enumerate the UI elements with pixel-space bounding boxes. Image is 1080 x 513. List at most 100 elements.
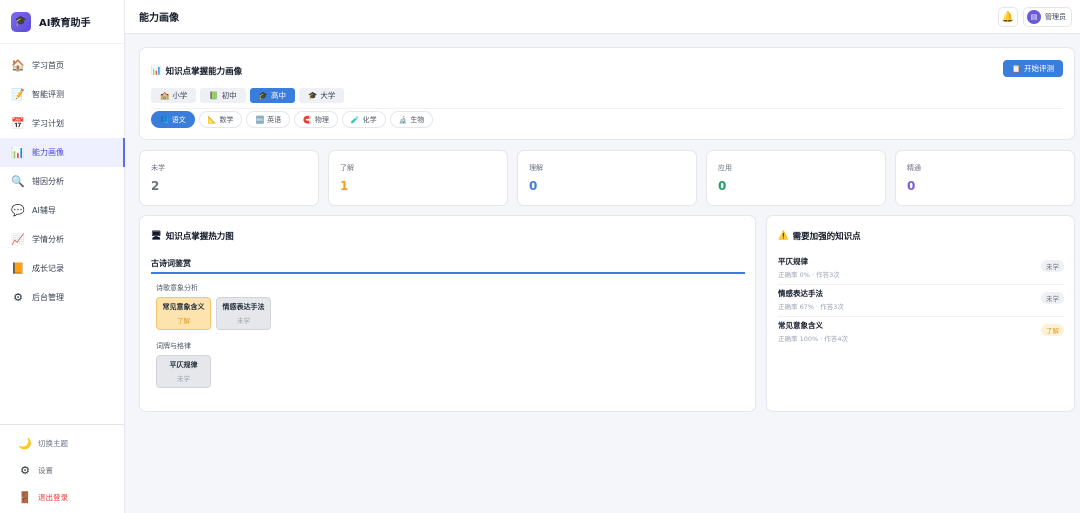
- settings-button[interactable]: ⚙ 设置: [0, 457, 124, 484]
- knowledge-point-cell[interactable]: 情感表达手法 未学: [216, 297, 271, 330]
- weak-point-name: 情感表达手法: [778, 289, 823, 298]
- subject-tabs: 📘 语文 📐 数学 🔤 英语 🧲 物理 🧪 化学 🔬 生物: [151, 111, 434, 128]
- level-label: 小学: [172, 91, 188, 100]
- subject-tab-4[interactable]: 🧪 化学: [341, 111, 386, 128]
- notification-button[interactable]: 🔔: [998, 7, 1018, 27]
- level-icon: 🎓: [308, 91, 318, 100]
- sidebar-item-label: 学习首页: [32, 61, 64, 70]
- knowledge-point-name: 情感表达手法: [222, 303, 265, 311]
- filter-card-title: 📊 知识点掌握能力画像: [151, 65, 242, 77]
- weak-point-item[interactable]: 平仄规律 正确率 0% · 作答3次 未学: [778, 253, 1064, 285]
- sidebar-item-2[interactable]: 📅 学习计划: [0, 109, 124, 138]
- knowledge-point-cell[interactable]: 平仄规律 未学: [156, 355, 211, 388]
- subject-label: 英语: [267, 115, 282, 124]
- sidebar-item-6[interactable]: 📈 学情分析: [0, 225, 124, 254]
- settings-label: 设置: [38, 466, 53, 475]
- moon-icon: 🌙: [18, 437, 32, 450]
- sidebar: 🎓 AI教育助手 🏠 学习首页 📝 智能评测 📅 学习计划 📊 能力画像 🔍 错因分析 💬 AI辅导 📈…: [0, 0, 125, 513]
- knowledge-point-level: 未学: [177, 375, 190, 383]
- ability-profile-filter-card: 📊 知识点掌握能力画像 📋 开始评测 🏫 小学 📗 初中 🎓 高中 🎓 大学 📘 语文 📐 数学 🔤 英…: [139, 47, 1075, 140]
- speech-bubble-icon: 💬: [11, 204, 25, 217]
- subject-label: 物理: [314, 115, 329, 124]
- stat-label: 应用: [718, 164, 732, 172]
- bell-icon: 🔔: [1001, 11, 1015, 23]
- status-badge: 未学: [1041, 292, 1064, 304]
- sidebar-item-label: AI辅导: [32, 206, 56, 215]
- stat-value: 0: [907, 179, 916, 193]
- stat-card-3: 应用 0: [706, 150, 886, 206]
- user-name: 管理员: [1045, 13, 1066, 21]
- subject-icon: 🧪: [350, 115, 360, 124]
- monitor-icon: 🖥: [151, 231, 162, 241]
- toggle-theme-button[interactable]: 🌙 切换主题: [0, 430, 124, 457]
- notebook-icon: 📙: [11, 262, 25, 275]
- sidebar-item-5[interactable]: 💬 AI辅导: [0, 196, 124, 225]
- level-label: 大学: [320, 91, 336, 100]
- status-badge: 未学: [1041, 260, 1064, 272]
- magnifier-icon: 🔍: [11, 175, 25, 188]
- sidebar-item-0[interactable]: 🏠 学习首页: [0, 51, 124, 80]
- stat-card-2: 理解 0: [517, 150, 697, 206]
- clipboard-icon: 📋: [1011, 64, 1021, 73]
- sidebar-item-4[interactable]: 🔍 错因分析: [0, 167, 124, 196]
- toggle-theme-label: 切换主题: [38, 439, 68, 448]
- subject-tab-0[interactable]: 📘 语文: [151, 111, 195, 128]
- subject-tab-1[interactable]: 📐 数学: [198, 111, 243, 128]
- level-tabs: 🏫 小学 📗 初中 🎓 高中 🎓 大学: [151, 88, 345, 103]
- level-tab-0[interactable]: 🏫 小学: [151, 88, 197, 103]
- sidebar-item-1[interactable]: 📝 智能评测: [0, 80, 124, 109]
- status-badge: 了解: [1041, 324, 1064, 336]
- subject-icon: 🔤: [255, 115, 265, 124]
- sidebar-item-label: 错因分析: [32, 177, 64, 186]
- level-tab-2[interactable]: 🎓 高中: [249, 88, 296, 103]
- subject-label: 化学: [362, 115, 377, 124]
- subject-label: 语文: [171, 115, 186, 124]
- sidebar-item-label: 能力画像: [32, 148, 64, 157]
- stat-card-1: 了解 1: [328, 150, 508, 206]
- knowledge-point-name: 平仄规律: [169, 361, 198, 369]
- level-icon: 🎓: [258, 91, 269, 100]
- home-icon: 🏠: [11, 59, 25, 72]
- level-tab-3[interactable]: 🎓 大学: [299, 88, 345, 103]
- divider: [151, 108, 1063, 109]
- memo-icon: 📝: [11, 88, 25, 101]
- logout-button[interactable]: 🚪 退出登录: [0, 484, 124, 511]
- gear-icon: ⚙: [13, 291, 23, 304]
- sidebar-item-3[interactable]: 📊 能力画像: [0, 138, 125, 167]
- avatar: ▤: [1027, 10, 1041, 24]
- trend-chart-icon: 📈: [11, 233, 25, 246]
- subject-icon: 🧲: [303, 115, 312, 124]
- door-icon: 🚪: [18, 491, 32, 504]
- subject-label: 数学: [219, 115, 234, 124]
- subject-tab-5[interactable]: 🔬 生物: [389, 111, 434, 128]
- weak-point-meta: 正确率 100% · 作答4次: [778, 335, 848, 343]
- user-menu-button[interactable]: ▤ 管理员: [1023, 7, 1072, 27]
- gear-icon: ⚙: [20, 464, 30, 477]
- bar-chart-icon: 📊: [11, 146, 25, 159]
- knowledge-point-cell[interactable]: 常见意象含义 了解: [156, 297, 211, 330]
- level-icon: 🏫: [160, 91, 170, 100]
- stat-card-0: 未学 2: [139, 150, 319, 206]
- subject-icon: 📐: [207, 115, 217, 124]
- weak-points-title: ⚠️ 需要加强的知识点: [778, 230, 861, 242]
- page-title: 能力画像: [139, 13, 179, 24]
- stat-label: 了解: [340, 164, 354, 172]
- stat-value: 1: [340, 179, 349, 193]
- sidebar-item-label: 学习计划: [32, 119, 64, 128]
- weak-points-title-text: 需要加强的知识点: [792, 232, 861, 242]
- start-assessment-button[interactable]: 📋 开始评测: [1002, 60, 1063, 77]
- start-assessment-label: 开始评测: [1024, 64, 1054, 73]
- sidebar-item-8[interactable]: ⚙ 后台管理: [0, 283, 124, 312]
- sidebar-nav: 🏠 学习首页 📝 智能评测 📅 学习计划 📊 能力画像 🔍 错因分析 💬 AI辅导 📈 学情分析 📙 成长记录…: [0, 44, 125, 312]
- weak-point-item[interactable]: 情感表达手法 正确率 67% · 作答3次 未学: [778, 285, 1064, 317]
- subject-tab-3[interactable]: 🧲 物理: [294, 111, 338, 128]
- subject-icon: 🔬: [398, 115, 408, 124]
- level-tab-1[interactable]: 📗 初中: [200, 88, 246, 103]
- level-label: 初中: [221, 91, 237, 100]
- sidebar-item-7[interactable]: 📙 成长记录: [0, 254, 124, 283]
- top-header: 能力画像 🔔 ▤ 管理员: [125, 0, 1080, 34]
- subject-label: 生物: [410, 115, 425, 124]
- brand[interactable]: 🎓 AI教育助手: [0, 0, 124, 44]
- weak-point-item[interactable]: 常见意象含义 正确率 100% · 作答4次 了解: [778, 317, 1064, 349]
- subject-tab-2[interactable]: 🔤 英语: [246, 111, 291, 128]
